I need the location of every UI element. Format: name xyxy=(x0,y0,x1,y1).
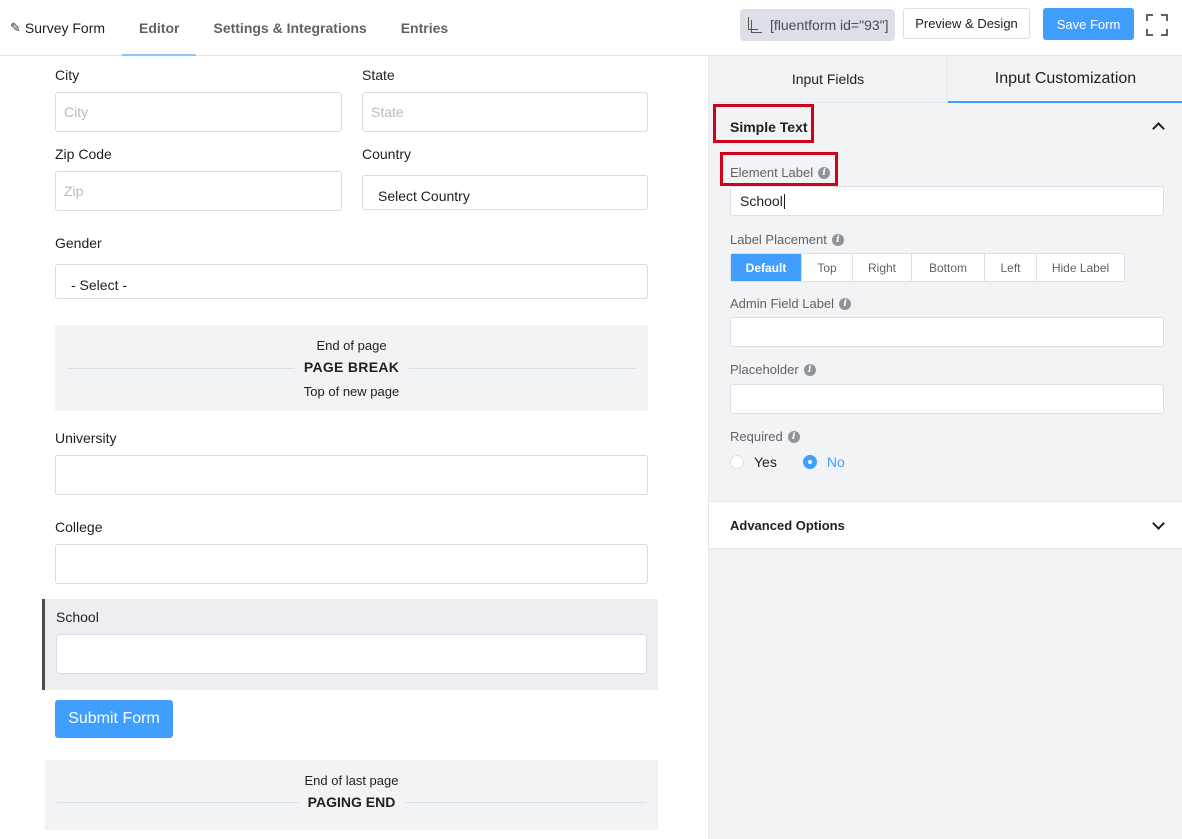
admin-field-label-input[interactable] xyxy=(730,317,1164,347)
sidebar-tabs: Input Fields Input Customization xyxy=(709,56,1182,103)
advanced-options-header[interactable]: Advanced Options xyxy=(709,501,1182,549)
tab-editor[interactable]: Editor xyxy=(122,1,197,56)
top-bar: ✎ Survey Form Editor Settings & Integrat… xyxy=(0,0,1182,56)
required-yes-radio[interactable] xyxy=(730,455,744,469)
simple-text-panel-header[interactable]: Simple Text xyxy=(709,104,1182,150)
placement-top[interactable]: Top xyxy=(802,254,853,281)
school-input[interactable] xyxy=(56,634,647,674)
panel-title: Simple Text xyxy=(730,119,808,135)
college-label: College xyxy=(55,519,103,535)
page-break-top-text: End of page xyxy=(316,338,387,353)
paging-end-block[interactable]: End of last page PAGING END xyxy=(45,760,658,830)
info-icon[interactable]: i xyxy=(818,166,831,179)
element-label-input[interactable]: School xyxy=(730,186,1164,216)
tab-input-fields[interactable]: Input Fields xyxy=(709,56,948,103)
placeholder-input[interactable] xyxy=(730,384,1164,414)
required-text: Required xyxy=(730,429,783,444)
university-label: University xyxy=(55,430,117,446)
preview-design-button[interactable]: Preview & Design xyxy=(903,8,1030,39)
gender-label: Gender xyxy=(55,235,102,251)
top-nav: ✎ Survey Form Editor Settings & Integrat… xyxy=(0,0,465,56)
pencil-icon: ✎ xyxy=(10,20,21,35)
simple-text-panel-body: Element Label i School Label Placement i… xyxy=(709,150,1182,500)
city-input[interactable]: City xyxy=(55,92,342,132)
info-icon[interactable]: i xyxy=(839,297,852,310)
element-label-label: Element Label i xyxy=(730,165,831,180)
college-input[interactable] xyxy=(55,544,648,584)
state-label: State xyxy=(362,67,395,83)
placement-hide-label[interactable]: Hide Label xyxy=(1037,254,1124,281)
page-break-title: PAGE BREAK xyxy=(293,359,410,375)
state-input[interactable]: State xyxy=(362,92,648,132)
school-field-selected[interactable]: School xyxy=(42,599,658,690)
fullscreen-icon[interactable] xyxy=(1146,14,1168,36)
placement-left[interactable]: Left xyxy=(985,254,1037,281)
info-icon[interactable]: i xyxy=(831,233,844,246)
form-editor-canvas: City City State State Zip Code Zip Count… xyxy=(0,56,708,839)
city-label: City xyxy=(55,67,80,83)
placement-bottom[interactable]: Bottom xyxy=(912,254,985,281)
placement-right[interactable]: Right xyxy=(853,254,912,281)
shortcode-copy-button[interactable]: [fluentform id="93"] xyxy=(740,9,895,41)
required-no-radio[interactable] xyxy=(802,455,817,469)
advanced-options-title: Advanced Options xyxy=(730,518,845,533)
zip-input[interactable]: Zip xyxy=(55,171,342,211)
gender-select[interactable]: - Select - xyxy=(55,264,648,299)
info-icon[interactable]: i xyxy=(803,363,816,376)
placement-default[interactable]: Default xyxy=(731,254,802,281)
university-input[interactable] xyxy=(55,455,648,495)
page-break-bottom-text: Top of new page xyxy=(303,384,400,399)
zip-label: Zip Code xyxy=(55,146,112,162)
shortcode-text: [fluentform id="93"] xyxy=(770,17,889,33)
chevron-up-icon[interactable] xyxy=(1152,122,1165,135)
required-no-label[interactable]: No xyxy=(827,454,845,470)
label-placement-label: Label Placement i xyxy=(730,232,844,247)
form-name-link[interactable]: ✎ Survey Form xyxy=(0,0,122,56)
label-placement-segmented: Default Top Right Bottom Left Hide Label xyxy=(730,253,1125,282)
save-form-button[interactable]: Save Form xyxy=(1043,8,1134,40)
school-label: School xyxy=(56,609,99,625)
settings-sidebar: Input Fields Input Customization Simple … xyxy=(708,56,1182,839)
text-cursor xyxy=(783,193,785,209)
country-label: Country xyxy=(362,146,412,162)
paging-end-top-text: End of last page xyxy=(304,773,399,788)
required-yes-label[interactable]: Yes xyxy=(754,454,777,470)
copy-icon xyxy=(748,17,762,33)
submit-form-button[interactable]: Submit Form xyxy=(55,700,173,738)
element-label-value: School xyxy=(740,193,783,209)
page-break-block[interactable]: End of page PAGE BREAK Top of new page xyxy=(55,325,648,411)
chevron-down-icon[interactable] xyxy=(1152,517,1165,530)
placeholder-text: Placeholder xyxy=(730,362,799,377)
info-icon[interactable]: i xyxy=(787,430,800,443)
form-name: Survey Form xyxy=(24,20,106,36)
paging-end-title: PAGING END xyxy=(297,794,406,810)
admin-field-label-label: Admin Field Label i xyxy=(730,296,852,311)
element-label-text: Element Label xyxy=(730,165,814,180)
tab-entries[interactable]: Entries xyxy=(384,0,465,56)
tab-input-customization[interactable]: Input Customization xyxy=(948,56,1182,103)
placeholder-label: Placeholder i xyxy=(730,362,816,377)
country-select[interactable]: Select Country xyxy=(362,175,648,210)
required-label: Required i xyxy=(730,429,800,444)
required-radio-group: Yes No xyxy=(730,454,845,470)
admin-field-label-text: Admin Field Label xyxy=(730,296,835,311)
tab-settings-integrations[interactable]: Settings & Integrations xyxy=(196,0,383,56)
label-placement-text: Label Placement xyxy=(730,232,827,247)
